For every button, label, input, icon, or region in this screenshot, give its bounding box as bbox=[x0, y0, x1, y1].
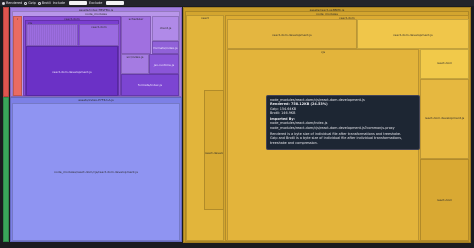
tile-lower-file[interactable]: node_modules/react-dom/cjs/react-dom.dev… bbox=[12, 103, 180, 241]
radio-icon bbox=[24, 1, 28, 5]
tile-src-index[interactable]: src/index.js bbox=[121, 54, 149, 74]
tile-react-dom-small[interactable]: react-dom bbox=[79, 24, 119, 46]
exclude-input[interactable] bbox=[106, 1, 125, 5]
tile-formats[interactable]: formats/index.js bbox=[152, 41, 179, 54]
tile-scheduler[interactable]: scheduler bbox=[121, 16, 151, 54]
radio-icon bbox=[37, 1, 41, 5]
tile-client[interactable]: client.js bbox=[152, 16, 179, 41]
rendered-option[interactable]: Rendered bbox=[2, 1, 22, 6]
tile-rd-a[interactable]: react.dom bbox=[420, 49, 469, 79]
tile-green-strip[interactable] bbox=[3, 97, 9, 242]
tile-formats-2[interactable]: formats/index.js bbox=[121, 74, 179, 96]
brotli-option[interactable]: Brotli bbox=[37, 1, 51, 6]
tooltip-note-3: treeshake and compression. bbox=[270, 140, 318, 145]
tooltip: node_modules/react-dom/cjs/react-dom.dev… bbox=[266, 95, 420, 150]
radio-icon bbox=[2, 1, 5, 5]
tile-cjs-grid[interactable] bbox=[26, 24, 78, 46]
exclude-label: Exclude bbox=[89, 0, 103, 5]
tile-rd-b[interactable]: react-dom.development.js bbox=[420, 79, 469, 159]
tile-red-strip[interactable] bbox=[3, 7, 9, 97]
gzip-option[interactable]: Gzip bbox=[24, 1, 36, 6]
tile-jsx-runtime[interactable]: jsx-runtime.js bbox=[149, 54, 179, 74]
tile-rd-c[interactable]: react-dom bbox=[420, 159, 469, 241]
include-input[interactable] bbox=[69, 1, 88, 5]
tooltip-imported-2: node_modules/react-dom/cjs/react-dom.dev… bbox=[270, 125, 395, 130]
tile-grid-pattern bbox=[27, 25, 77, 45]
include-label: Include bbox=[52, 0, 66, 5]
tile-react-dev[interactable]: react.development.js bbox=[204, 90, 224, 210]
toolbar: Rendered Gzip Brotli Include Exclude bbox=[0, 0, 474, 6]
tile-right-top-right[interactable]: react-dom.development.js bbox=[357, 19, 469, 49]
tile-small-red[interactable]: r bbox=[13, 16, 22, 96]
tile-react-dom-dev[interactable]: react-dom.development.js bbox=[26, 46, 118, 96]
tile-right-top[interactable]: react-dom.development.js bbox=[227, 19, 357, 49]
